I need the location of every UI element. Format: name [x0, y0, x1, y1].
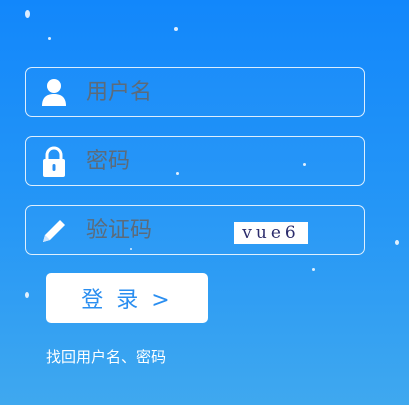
- snow-dot: [312, 268, 315, 271]
- captcha-field: vue6: [25, 205, 365, 255]
- captcha-image[interactable]: vue6: [234, 222, 308, 244]
- captcha-input[interactable]: [86, 206, 246, 254]
- snow-dot: [174, 27, 178, 31]
- lock-icon: [39, 146, 69, 177]
- pencil-icon: [39, 215, 69, 245]
- login-button[interactable]: 登 录 >: [46, 273, 208, 323]
- snow-dot: [25, 292, 29, 298]
- recover-account-link[interactable]: 找回用户名、密码: [46, 346, 166, 367]
- username-field: [25, 67, 365, 117]
- snow-dot: [25, 10, 30, 18]
- user-icon: [39, 77, 69, 107]
- password-input[interactable]: [86, 137, 246, 185]
- snow-dot: [395, 240, 399, 245]
- snow-dot: [48, 37, 51, 40]
- password-field: [25, 136, 365, 186]
- username-input[interactable]: [86, 68, 246, 116]
